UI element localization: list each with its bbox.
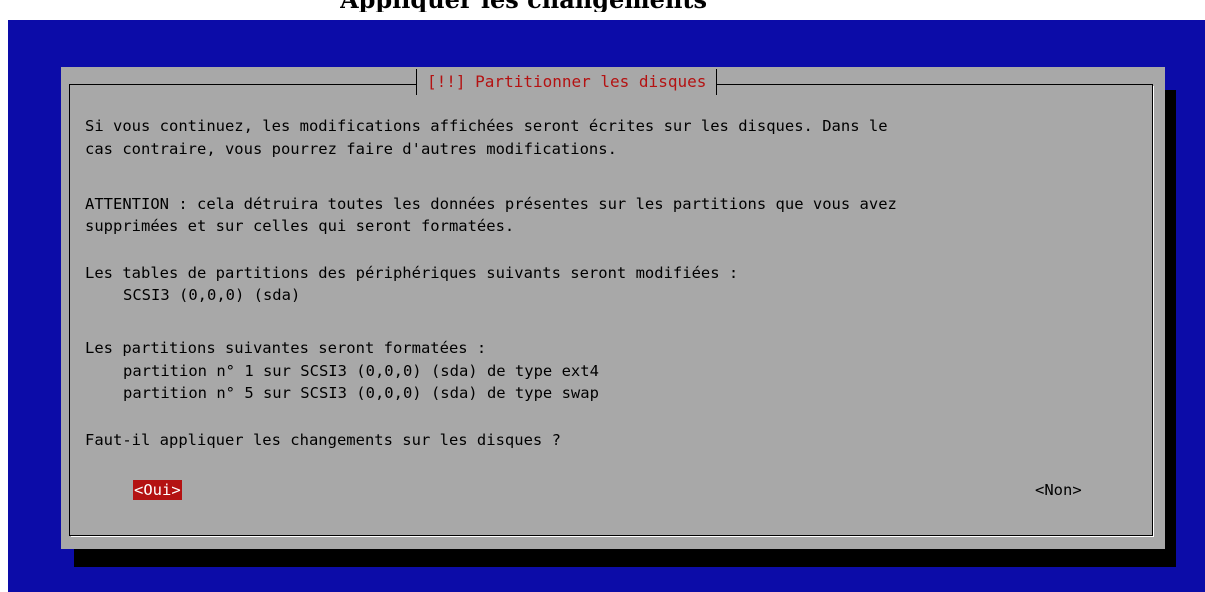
dialog-text-line: Si vous continuez, les modifications aff… bbox=[85, 117, 888, 135]
yes-button[interactable]: <Oui> bbox=[133, 480, 182, 500]
partition-line: partition n° 1 sur SCSI3 (0,0,0) (sda) d… bbox=[123, 362, 599, 380]
dialog-title: [!!] Partitionner les disques bbox=[416, 69, 718, 95]
partition-tables-heading: Les tables de partitions des périphériqu… bbox=[85, 264, 739, 282]
installer-page: Appliquer les changements [!!] Partition… bbox=[0, 0, 1205, 592]
dialog-text-line: cas contraire, vous pourrez faire d'autr… bbox=[85, 140, 617, 158]
confirmation-question: Faut-il appliquer les changements sur le… bbox=[85, 431, 561, 449]
formatted-partitions-heading: Les partitions suivantes seront formatée… bbox=[85, 339, 487, 357]
partition-line: partition n° 5 sur SCSI3 (0,0,0) (sda) d… bbox=[123, 384, 599, 402]
installer-screen: [!!] Partitionner les disques Si vous co… bbox=[8, 20, 1205, 592]
page-title: Appliquer les changements bbox=[340, 0, 900, 12]
warning-line: ATTENTION : cela détruira toutes les don… bbox=[85, 195, 897, 213]
partition-dialog: [!!] Partitionner les disques Si vous co… bbox=[61, 67, 1165, 549]
no-button[interactable]: <Non> bbox=[1035, 480, 1082, 500]
warning-line: supprimées et sur celles qui seront form… bbox=[85, 217, 515, 235]
device-line: SCSI3 (0,0,0) (sda) bbox=[123, 286, 301, 304]
